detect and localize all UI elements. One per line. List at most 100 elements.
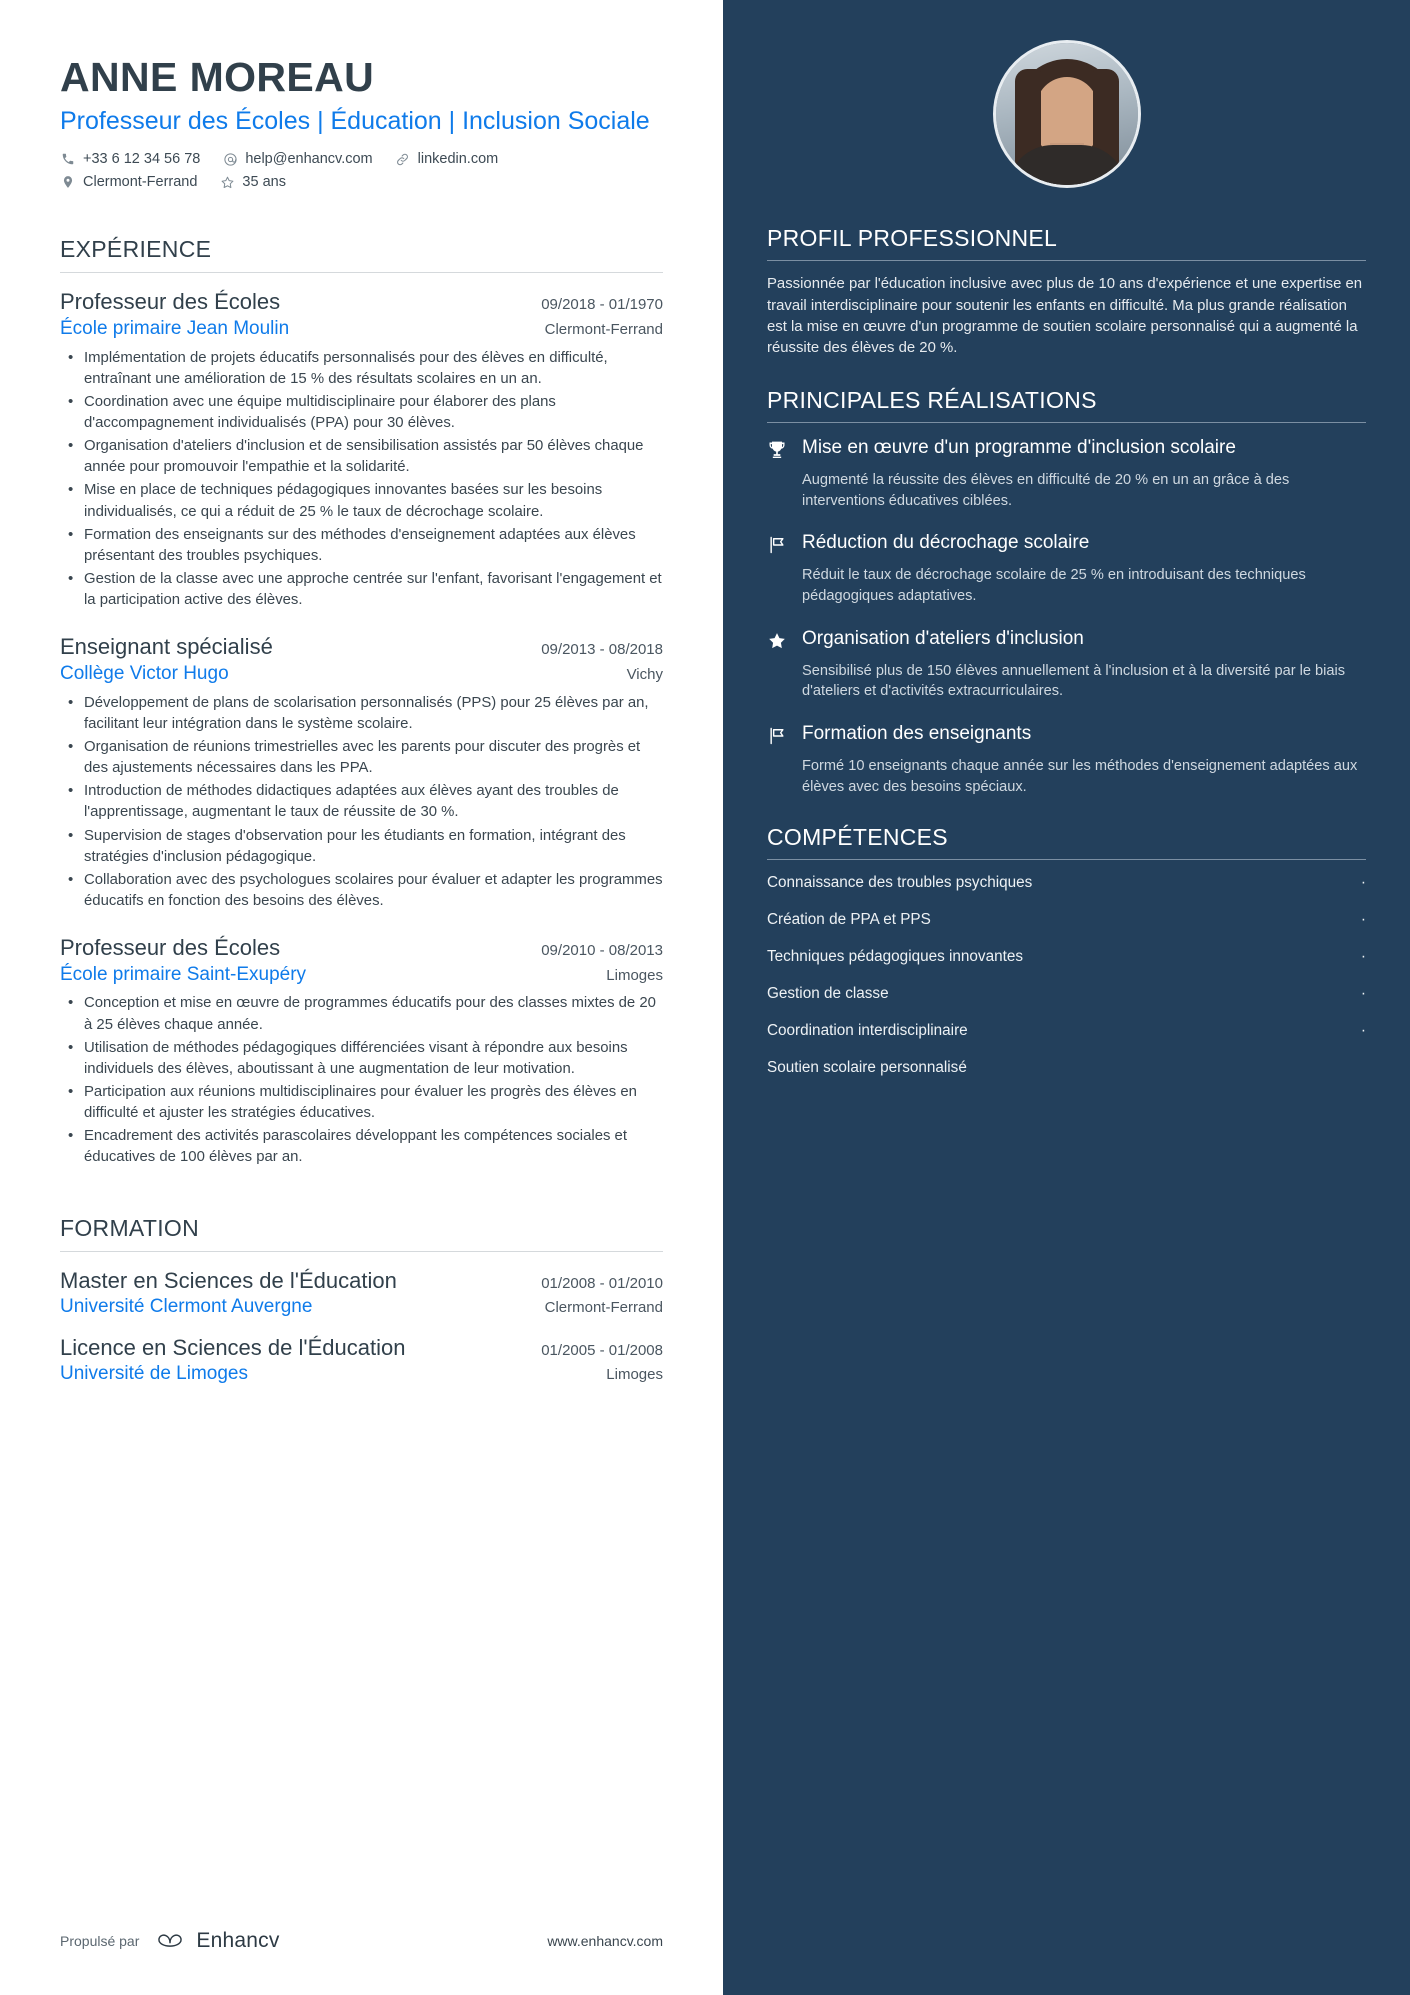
achievement-description: Formé 10 enseignants chaque année sur le… <box>802 757 1358 795</box>
enhancv-logo: Enhancv <box>153 1929 279 1953</box>
sidebar: PROFIL PROFESSIONNEL Passionnée par l'éd… <box>723 0 1410 1995</box>
phone-icon <box>60 151 76 167</box>
skill-label: Coordination interdisciplinaire <box>767 1021 968 1039</box>
contact-email-value: help@enhancv.com <box>245 151 373 168</box>
list-item: Mise en place de techniques pédagogiques… <box>60 479 663 522</box>
experience-entry-subheader: Collège Victor Hugo Vichy <box>60 662 663 687</box>
education-entry: Licence en Sciences de l'Éducation 01/20… <box>60 1334 663 1387</box>
job-date: 09/2013 - 08/2018 <box>541 641 663 659</box>
skill-separator: · <box>1360 911 1366 929</box>
employer-name: Collège Victor Hugo <box>60 662 229 684</box>
list-item: Collaboration avec des psychologues scol… <box>60 869 663 912</box>
experience-entry-header: Professeur des Écoles 09/2010 - 08/2013 <box>60 934 663 962</box>
list-item: Conception et mise en œuvre de programme… <box>60 992 663 1035</box>
experience-entry: Professeur des Écoles 09/2010 - 08/2013 … <box>60 934 663 1168</box>
achievement-body: Réduction du décrochage scolaire <box>802 531 1366 560</box>
experience-entry-subheader: École primaire Jean Moulin Clermont-Ferr… <box>60 317 663 342</box>
sidebar-title-skills: COMPÉTENCES <box>767 824 948 851</box>
achievement-body: Mise en œuvre d'un programme d'inclusion… <box>802 436 1366 465</box>
list-item: Développement de plans de scolarisation … <box>60 692 663 735</box>
job-title: Professeur des Écoles <box>60 289 281 315</box>
star-icon <box>219 174 235 190</box>
list-item: Création de PPA et PPS · <box>767 910 1366 930</box>
achievement-description: Sensibilisé plus de 150 élèves annuellem… <box>802 662 1346 700</box>
contact-location: Clermont-Ferrand <box>60 174 197 190</box>
skill-separator: · <box>1360 1021 1366 1039</box>
contact-age: 35 ans <box>219 174 286 190</box>
list-item: Organisation d'ateliers d'inclusion et d… <box>60 435 663 478</box>
brand-name: Enhancv <box>196 1929 280 1952</box>
job-location: Clermont-Ferrand <box>544 320 663 338</box>
enhancv-mark-icon <box>158 1934 183 1947</box>
education-entry-subheader: Université de Limoges Limoges <box>60 1362 663 1387</box>
contact-age-value: 35 ans <box>242 174 286 191</box>
divider-profile <box>767 260 1366 262</box>
trophy-icon <box>767 436 789 465</box>
degree-date: 01/2005 - 01/2008 <box>541 1341 663 1359</box>
skill-separator: · <box>1360 948 1366 966</box>
job-title: Professeur des Écoles <box>60 935 281 961</box>
degree-title: Master en Sciences de l'Éducation <box>60 1267 397 1293</box>
achievement-title: Réduction du décrochage scolaire <box>802 532 1090 554</box>
list-item: Utilisation de méthodes pédagogiques dif… <box>60 1037 663 1080</box>
contact-phone: +33 6 12 34 56 78 <box>60 151 200 167</box>
main-column: ANNE MOREAU Professeur des Écoles | Éduc… <box>0 0 723 1995</box>
divider-achievements <box>767 421 1366 423</box>
job-bullets: Implémentation de projets éducatifs pers… <box>60 347 663 612</box>
list-item: Supervision de stages d'observation pour… <box>60 825 663 868</box>
avatar <box>992 40 1141 188</box>
section-title-education: FORMATION <box>60 1214 199 1241</box>
school-location: Limoges <box>606 1366 663 1384</box>
flag-icon <box>767 722 789 751</box>
degree-title: Licence en Sciences de l'Éducation <box>60 1334 406 1360</box>
achievement-item: Formation des enseignants <box>767 722 1366 751</box>
footer-branding: Propulsé par Enhancv <box>60 1929 280 1953</box>
employer-name: École primaire Jean Moulin <box>60 317 290 339</box>
degree-date: 01/2008 - 01/2010 <box>541 1274 663 1292</box>
achievement-item: Mise en œuvre d'un programme d'inclusion… <box>767 436 1366 465</box>
contact-row-1: +33 6 12 34 56 78 help@enhancv.com linke… <box>60 151 663 167</box>
skill-separator: · <box>1360 985 1366 1003</box>
powered-by-label: Propulsé par <box>60 1933 140 1949</box>
at-icon <box>222 151 238 167</box>
experience-entry-header: Enseignant spécialisé 09/2013 - 08/2018 <box>60 633 663 661</box>
skill-separator: · <box>1360 874 1366 892</box>
job-location: Limoges <box>606 966 663 984</box>
employer-name: École primaire Saint-Exupéry <box>60 963 307 985</box>
skill-label: Techniques pédagogiques innovantes <box>767 948 1023 966</box>
divider-experience <box>60 272 663 274</box>
location-pin-icon <box>60 174 76 190</box>
experience-entry-subheader: École primaire Saint-Exupéry Limoges <box>60 963 663 988</box>
list-item: Participation aux réunions multidiscipli… <box>60 1081 663 1124</box>
skill-label: Création de PPA et PPS <box>767 911 931 929</box>
list-item: Gestion de classe · <box>767 984 1366 1004</box>
list-item: Soutien scolaire personnalisé <box>767 1058 1366 1078</box>
achievement-item: Réduction du décrochage scolaire <box>767 531 1366 560</box>
list-item: Implémentation de projets éducatifs pers… <box>60 347 663 390</box>
page-footer: Propulsé par Enhancv www.enhancv.com <box>60 1929 663 1953</box>
skills-list: Connaissance des troubles psychiques · C… <box>767 873 1366 1077</box>
list-item: Gestion de la classe avec une approche c… <box>60 568 663 611</box>
contact-link[interactable]: linkedin.com <box>395 151 498 167</box>
education-entry-subheader: Université Clermont Auvergne Clermont-Fe… <box>60 1295 663 1320</box>
sidebar-title-achievements: PRINCIPALES RÉALISATIONS <box>767 386 1097 413</box>
skill-label: Gestion de classe <box>767 985 889 1003</box>
achievement-description: Réduit le taux de décrochage scolaire de… <box>802 567 1306 604</box>
list-item: Techniques pédagogiques innovantes · <box>767 947 1366 967</box>
achievement-title: Formation des enseignants <box>802 723 1032 745</box>
list-item: Connaissance des troubles psychiques · <box>767 873 1366 893</box>
list-item: Formation des enseignants sur des méthod… <box>60 524 663 567</box>
job-title: Enseignant spécialisé <box>60 634 273 660</box>
education-entry: Master en Sciences de l'Éducation 01/200… <box>60 1267 663 1320</box>
divider-skills <box>767 859 1366 861</box>
list-item: Introduction de méthodes didactiques ada… <box>60 780 663 823</box>
skill-label: Soutien scolaire personnalisé <box>767 1058 967 1076</box>
school-name: Université Clermont Auvergne <box>60 1296 313 1318</box>
experience-entry: Enseignant spécialisé 09/2013 - 08/2018 … <box>60 633 663 912</box>
contact-row-2: Clermont-Ferrand 35 ans <box>60 174 663 190</box>
list-item: Coordination avec une équipe multidiscip… <box>60 391 663 434</box>
page-title: ANNE MOREAU <box>60 54 375 100</box>
school-location: Clermont-Ferrand <box>544 1299 663 1317</box>
footer-url[interactable]: www.enhancv.com <box>547 1933 663 1949</box>
star-icon <box>767 627 789 656</box>
